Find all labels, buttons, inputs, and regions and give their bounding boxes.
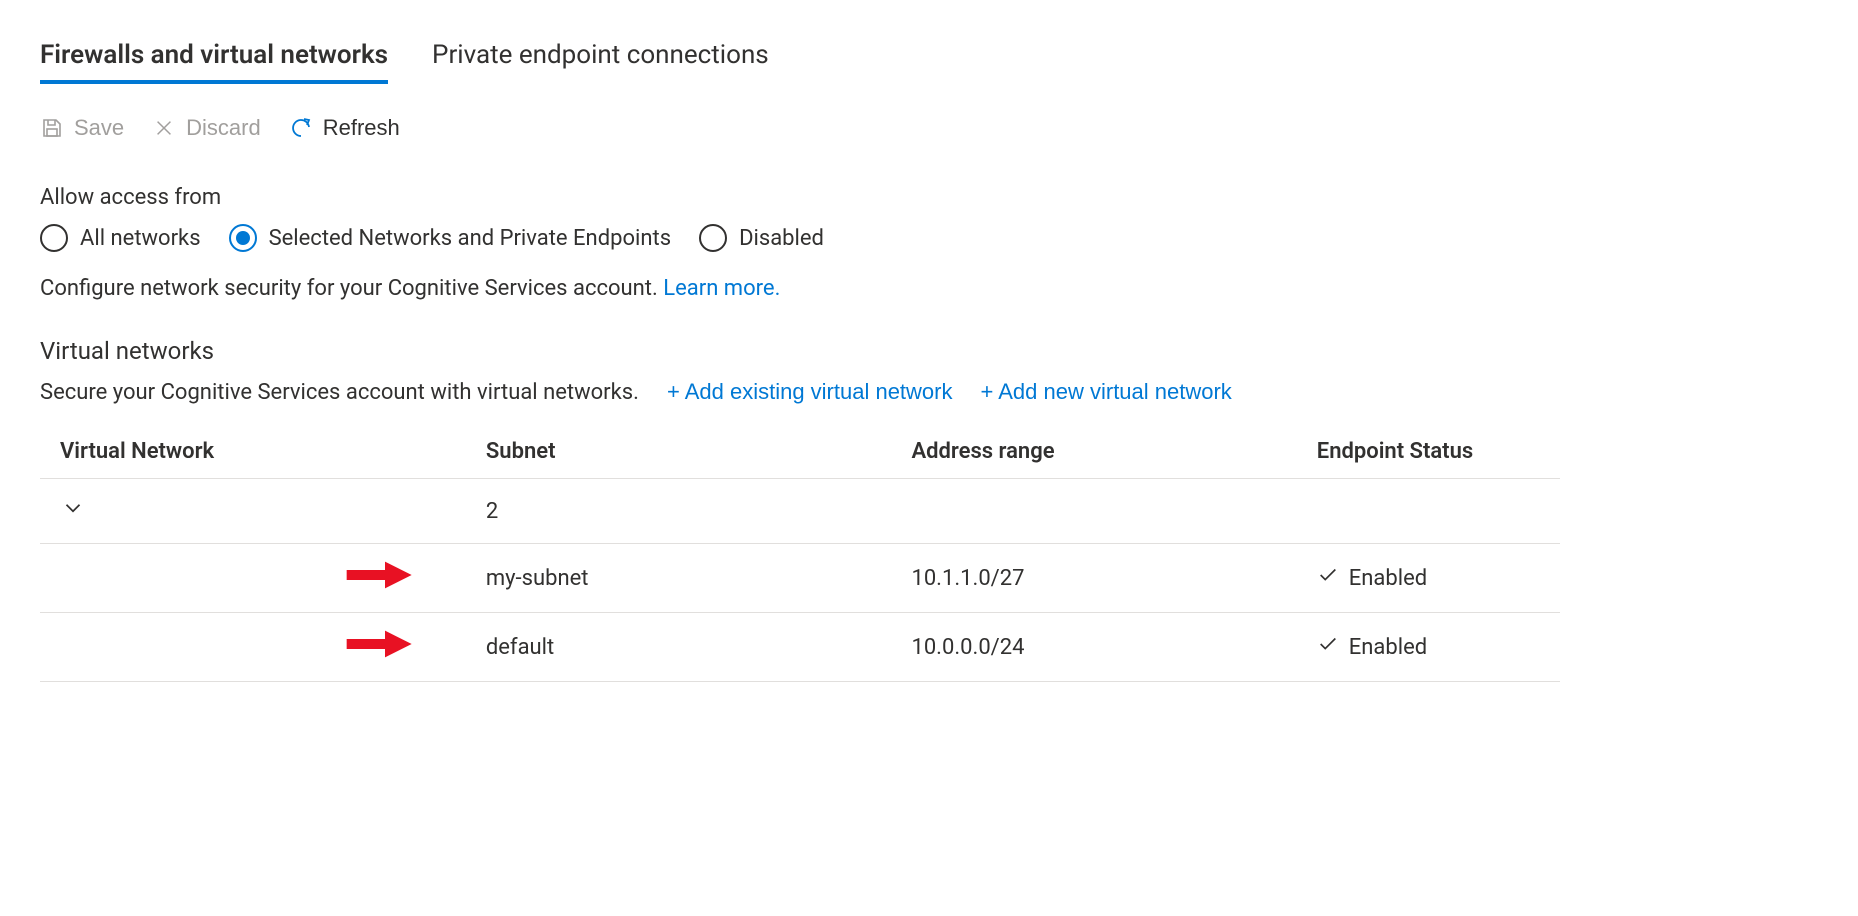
cell-status: Enabled bbox=[1349, 635, 1427, 660]
col-header-status: Endpoint Status bbox=[1317, 425, 1560, 479]
radio-disabled-label: Disabled bbox=[739, 226, 824, 251]
tab-private-endpoints[interactable]: Private endpoint connections bbox=[432, 40, 769, 84]
description-line: Configure network security for your Cogn… bbox=[40, 276, 1818, 301]
discard-label: Discard bbox=[186, 115, 261, 141]
cell-addr: 10.0.0.0/24 bbox=[911, 613, 1316, 682]
description-text: Configure network security for your Cogn… bbox=[40, 276, 663, 301]
tab-firewalls[interactable]: Firewalls and virtual networks bbox=[40, 40, 388, 84]
col-header-vn: Virtual Network bbox=[40, 425, 486, 479]
save-icon bbox=[40, 116, 64, 140]
col-header-addr: Address range bbox=[911, 425, 1316, 479]
refresh-label: Refresh bbox=[323, 115, 400, 141]
access-radio-group: All networks Selected Networks and Priva… bbox=[40, 224, 1818, 252]
radio-all-networks[interactable]: All networks bbox=[40, 224, 201, 252]
discard-button[interactable]: Discard bbox=[152, 115, 261, 141]
refresh-icon bbox=[289, 116, 313, 140]
radio-selected-networks[interactable]: Selected Networks and Private Endpoints bbox=[229, 224, 672, 252]
group-subnet-count: 2 bbox=[486, 479, 912, 544]
table-header-row: Virtual Network Subnet Address range End… bbox=[40, 425, 1560, 479]
radio-disabled[interactable]: Disabled bbox=[699, 224, 824, 252]
radio-selected-label: Selected Networks and Private Endpoints bbox=[269, 226, 672, 251]
close-icon bbox=[152, 116, 176, 140]
cell-subnet: default bbox=[486, 613, 912, 682]
cell-addr: 10.1.1.0/27 bbox=[911, 544, 1316, 613]
add-new-vn-button[interactable]: + Add new virtual network bbox=[981, 379, 1232, 405]
cell-status: Enabled bbox=[1349, 566, 1427, 591]
radio-circle-icon bbox=[40, 224, 68, 252]
virtual-networks-table: Virtual Network Subnet Address range End… bbox=[40, 425, 1560, 682]
chevron-down-icon bbox=[60, 495, 86, 521]
save-label: Save bbox=[74, 115, 124, 141]
radio-circle-icon bbox=[699, 224, 727, 252]
virtual-networks-heading: Virtual networks bbox=[40, 337, 1818, 365]
radio-circle-icon bbox=[229, 224, 257, 252]
col-header-subnet: Subnet bbox=[486, 425, 912, 479]
vn-subheading-text: Secure your Cognitive Services account w… bbox=[40, 380, 639, 405]
cell-subnet: my-subnet bbox=[486, 544, 912, 613]
add-existing-vn-button[interactable]: + Add existing virtual network bbox=[667, 379, 953, 405]
save-button[interactable]: Save bbox=[40, 115, 124, 141]
table-row: default 10.0.0.0/24 Enabled bbox=[40, 613, 1560, 682]
arrow-right-annotation-icon bbox=[340, 629, 420, 665]
table-row: my-subnet 10.1.1.0/27 Enabled bbox=[40, 544, 1560, 613]
vn-subheading-row: Secure your Cognitive Services account w… bbox=[40, 379, 1818, 405]
toolbar: Save Discard Refresh bbox=[40, 115, 1818, 141]
allow-access-label: Allow access from bbox=[40, 185, 1818, 210]
arrow-right-annotation-icon bbox=[340, 560, 420, 596]
check-icon bbox=[1317, 564, 1339, 592]
refresh-button[interactable]: Refresh bbox=[289, 115, 400, 141]
table-group-row[interactable]: 2 bbox=[40, 479, 1560, 544]
radio-all-label: All networks bbox=[80, 226, 201, 251]
tab-bar: Firewalls and virtual networks Private e… bbox=[40, 40, 1818, 85]
learn-more-link[interactable]: Learn more. bbox=[663, 276, 780, 301]
check-icon bbox=[1317, 633, 1339, 661]
